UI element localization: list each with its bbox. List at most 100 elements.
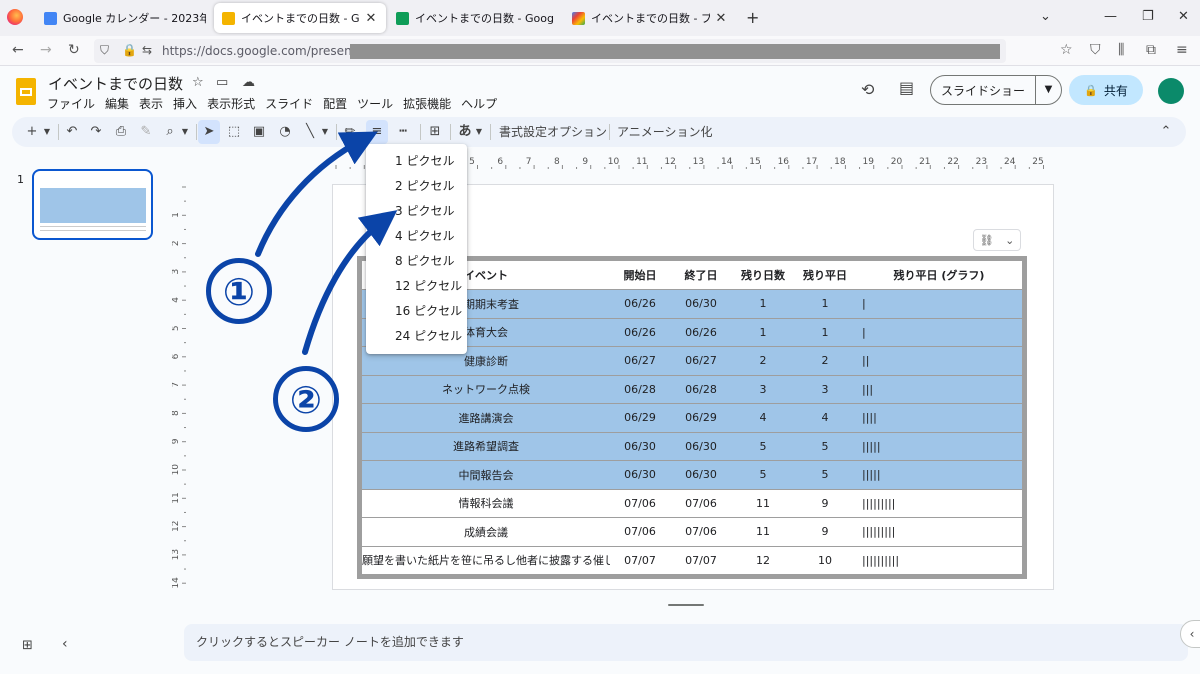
cell-weekdays[interactable]: 4 <box>794 403 856 433</box>
tab-sheets[interactable]: イベントまでの日数 - Google スプレ <box>388 3 562 33</box>
cell-event[interactable]: ネットワーク点検 <box>362 375 610 404</box>
header-days[interactable]: 残り日数 <box>732 261 794 290</box>
library-icon[interactable]: ⫼ <box>1118 42 1124 58</box>
cell-start[interactable]: 06/30 <box>610 432 670 461</box>
cell-start[interactable]: 06/27 <box>610 346 670 376</box>
table-row[interactable]: 進路講演会 06/29 06/29 4 4 |||| <box>362 403 1022 433</box>
cell-weekdays[interactable]: 2 <box>794 346 856 376</box>
add-comment-icon[interactable]: ⊞ <box>426 117 444 147</box>
cell-graph[interactable]: | <box>856 318 1022 347</box>
new-tab-icon[interactable]: + <box>746 8 759 27</box>
share-button[interactable]: 🔒 共有 <box>1069 75 1143 105</box>
table-row[interactable]: 中間報告会 06/30 06/30 5 5 ||||| <box>362 460 1022 490</box>
cell-graph[interactable]: |||| <box>856 403 1022 433</box>
cell-end[interactable]: 07/06 <box>670 489 732 518</box>
extensions-icon[interactable]: ⧉ <box>1146 42 1156 58</box>
print-icon[interactable]: ⎙ <box>112 117 130 147</box>
menu-item-4px[interactable]: 4 ピクセル <box>366 224 467 249</box>
tab-slides[interactable]: イベントまでの日数 - Google スライ ✕ <box>214 3 386 33</box>
redo-icon[interactable]: ↷ <box>88 117 104 147</box>
header-graph[interactable]: 残り平日 (グラフ) <box>856 261 1022 290</box>
cell-days[interactable]: 1 <box>732 289 794 319</box>
chevron-down-icon[interactable]: ▼ <box>320 117 330 147</box>
cell-graph[interactable]: | <box>856 289 1022 319</box>
cell-days[interactable]: 11 <box>732 517 794 547</box>
cell-end[interactable]: 06/27 <box>670 346 732 376</box>
cell-end[interactable]: 06/29 <box>670 403 732 433</box>
url-bar[interactable]: ⛉ 🔒 ⇆ https://docs.google.com/presentati… <box>94 39 1006 63</box>
star-icon[interactable]: ☆ <box>192 75 204 90</box>
table-row[interactable]: 進路希望調査 06/30 06/30 5 5 ||||| <box>362 432 1022 461</box>
minimize-icon[interactable]: — <box>1104 9 1117 24</box>
cell-start[interactable]: 06/26 <box>610 289 670 319</box>
close-window-icon[interactable]: ✕ <box>1178 9 1189 24</box>
input-tools-icon[interactable]: あ <box>456 117 474 147</box>
version-history-icon[interactable]: ⟲ <box>861 80 874 99</box>
table-row[interactable]: 情報科会議 07/06 07/06 11 9 ||||||||| <box>362 489 1022 518</box>
cell-event[interactable]: 情報科会議 <box>362 489 610 518</box>
cell-weekdays[interactable]: 5 <box>794 432 856 461</box>
slideshow-button[interactable]: スライドショー ▼ <box>930 75 1062 105</box>
cell-graph[interactable]: ||||| <box>856 432 1022 461</box>
header-weekdays[interactable]: 残り平日 <box>794 261 856 290</box>
menu-item-24px[interactable]: 24 ピクセル <box>366 324 467 349</box>
cell-end[interactable]: 07/06 <box>670 517 732 547</box>
document-title[interactable]: イベントまでの日数 <box>48 73 183 94</box>
image-icon[interactable]: ▣ <box>250 117 268 147</box>
cell-weekdays[interactable]: 10 <box>794 546 856 575</box>
side-panel-toggle-icon[interactable]: ‹ <box>1180 620 1200 648</box>
cell-end[interactable]: 06/30 <box>670 460 732 490</box>
speaker-notes[interactable]: クリックするとスピーカー ノートを追加できます <box>184 624 1188 661</box>
chevron-down-icon[interactable]: ▼ <box>474 117 484 147</box>
comments-icon[interactable]: ▤ <box>899 78 914 97</box>
avatar[interactable] <box>1158 78 1184 104</box>
cell-days[interactable]: 11 <box>732 489 794 518</box>
cell-start[interactable]: 06/26 <box>610 318 670 347</box>
menu-item-12px[interactable]: 12 ピクセル <box>366 274 467 299</box>
cell-end[interactable]: 06/28 <box>670 375 732 404</box>
menu-item-8px[interactable]: 8 ピクセル <box>366 249 467 274</box>
restore-icon[interactable]: ❐ <box>1142 9 1154 24</box>
cell-end[interactable]: 06/30 <box>670 289 732 319</box>
chevron-down-icon[interactable]: ▼ <box>1035 76 1061 104</box>
cell-graph[interactable]: ||| <box>856 375 1022 404</box>
text-box-icon[interactable]: ⬚ <box>224 117 244 147</box>
move-folder-icon[interactable]: ▭ <box>216 75 228 90</box>
collapse-filmstrip-icon[interactable]: ‹ <box>62 636 68 652</box>
menu-file[interactable]: ファイル <box>42 95 100 112</box>
undo-icon[interactable]: ↶ <box>64 117 80 147</box>
pocket-icon[interactable]: ⛉ <box>1090 42 1101 58</box>
cell-graph[interactable]: |||||||||| <box>856 546 1022 575</box>
cell-days[interactable]: 12 <box>732 546 794 575</box>
cell-event[interactable]: 中間報告会 <box>362 460 610 490</box>
grid-view-icon[interactable]: ⊞ <box>22 638 33 653</box>
cell-days[interactable]: 2 <box>732 346 794 376</box>
table-row[interactable]: ネットワーク点検 06/28 06/28 3 3 ||| <box>362 375 1022 404</box>
reload-icon[interactable]: ↻ <box>68 42 80 58</box>
paint-format-icon[interactable]: ✎ <box>138 117 154 147</box>
menu-view[interactable]: 表示 <box>134 95 168 112</box>
cell-graph[interactable]: ||||| <box>856 460 1022 490</box>
cell-event[interactable]: 進路講演会 <box>362 403 610 433</box>
permissions-icon[interactable]: ⇆ <box>142 43 152 57</box>
cell-event[interactable]: 願望を書いた紙片を笹に吊るし他者に披露する催し <box>362 546 610 575</box>
list-tabs-icon[interactable]: ⌄ <box>1040 9 1051 24</box>
menu-item-2px[interactable]: 2 ピクセル <box>366 174 467 199</box>
cell-graph[interactable]: ||||||||| <box>856 517 1022 547</box>
new-slide-icon[interactable]: + <box>24 117 40 147</box>
animate-button[interactable]: アニメーション化 <box>617 117 713 147</box>
cell-start[interactable]: 07/06 <box>610 489 670 518</box>
shape-icon[interactable]: ◔ <box>276 117 294 147</box>
chevron-down-icon[interactable]: ▼ <box>180 117 190 147</box>
link-chip[interactable]: ⛓ ⌄ <box>973 229 1021 251</box>
cell-days[interactable]: 4 <box>732 403 794 433</box>
header-end[interactable]: 終了日 <box>670 261 732 290</box>
collapse-toolbar-icon[interactable]: ⌃ <box>1158 117 1174 147</box>
border-color-icon[interactable]: ✏ <box>342 117 358 147</box>
cell-days[interactable]: 3 <box>732 375 794 404</box>
close-tab-icon[interactable]: ✕ <box>364 11 378 26</box>
firefox-icon[interactable] <box>7 9 23 25</box>
shield-icon[interactable]: ⛉ <box>100 43 109 58</box>
cell-days[interactable]: 5 <box>732 432 794 461</box>
cell-weekdays[interactable]: 1 <box>794 318 856 347</box>
